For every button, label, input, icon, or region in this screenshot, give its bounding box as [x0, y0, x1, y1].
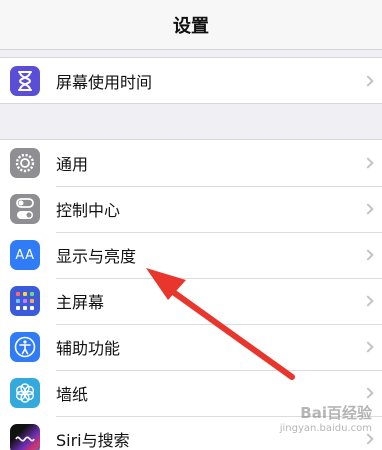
siri-icon: [10, 424, 40, 450]
settings-row-label: 主屏幕: [56, 293, 105, 312]
settings-row-label: 通用: [56, 155, 89, 174]
settings-row-label: 控制中心: [56, 201, 121, 220]
settings-row-label: 显示与亮度: [56, 247, 137, 266]
settings-row-label: 墙纸: [56, 385, 89, 404]
chevron-right-icon: [362, 387, 374, 399]
accessibility-icon: [10, 332, 40, 362]
watermark-text: Bai百经验: [300, 404, 372, 422]
flower-icon: [10, 378, 40, 408]
settings-group-screentime: 屏幕使用时间: [0, 57, 382, 104]
chevron-right-icon: [362, 295, 374, 307]
settings-row-home-screen[interactable]: 主屏幕: [0, 278, 382, 324]
page-title: 设置: [173, 15, 209, 37]
chevron-right-icon: [362, 203, 374, 215]
app-grid-icon: [10, 286, 40, 316]
settings-row-label: 辅助功能: [56, 339, 121, 358]
watermark: Bai百经验 jingyan.baidu.com: [280, 402, 372, 434]
settings-row-display-brightness[interactable]: AA 显示与亮度: [0, 232, 382, 278]
chevron-right-icon: [362, 157, 374, 169]
chevron-right-icon: [362, 249, 374, 261]
navigation-bar: 设置: [0, 0, 382, 50]
text-size-icon: AA: [10, 240, 40, 270]
settings-row-label: Siri与搜索: [56, 431, 130, 450]
settings-row-label: 屏幕使用时间: [56, 72, 153, 92]
toggles-icon: [10, 194, 40, 224]
chevron-right-icon: [362, 433, 374, 445]
gear-icon: [10, 148, 40, 178]
chevron-right-icon: [362, 341, 374, 353]
settings-row-general[interactable]: 通用: [0, 140, 382, 186]
settings-row-accessibility[interactable]: 辅助功能: [0, 324, 382, 370]
chevron-right-icon: [362, 74, 374, 87]
settings-row-screen-time[interactable]: 屏幕使用时间: [0, 58, 382, 103]
settings-row-control-center[interactable]: 控制中心: [0, 186, 382, 232]
watermark-url: jingyan.baidu.com: [279, 423, 372, 434]
hourglass-icon: [10, 65, 40, 96]
